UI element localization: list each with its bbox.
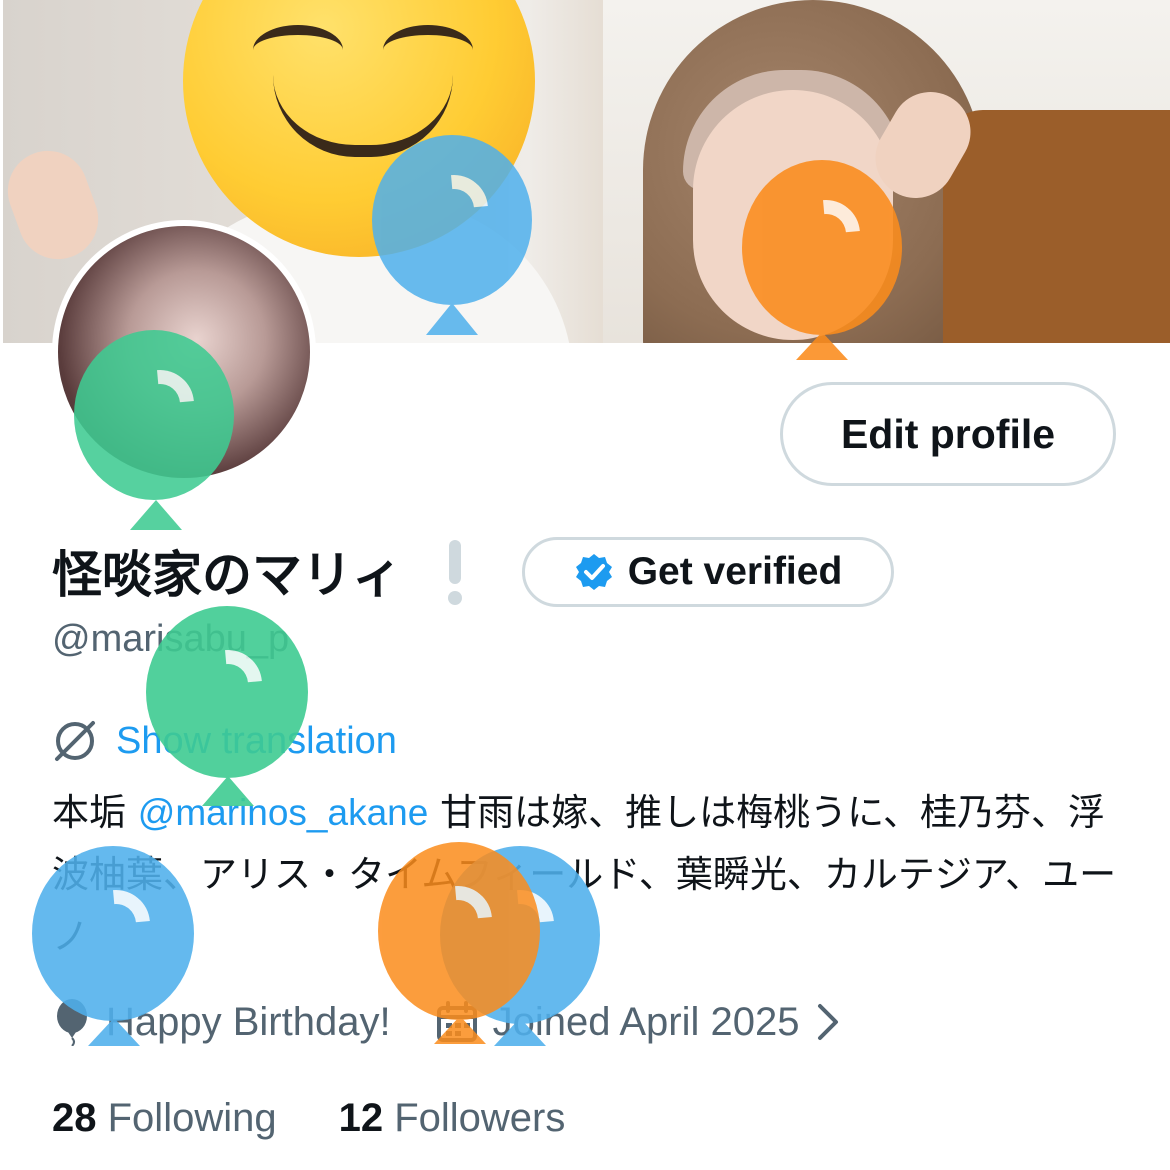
following-link[interactable]: 28 Following	[52, 1096, 277, 1141]
follow-stats: 28 Following 12 Followers	[52, 1096, 565, 1141]
balloon-blue-top[interactable]	[372, 135, 532, 335]
banner-sleeve	[943, 110, 1170, 343]
balloon-blue-left[interactable]	[32, 846, 194, 1046]
balloon-tail	[130, 500, 182, 530]
translate-icon	[55, 721, 95, 761]
balloon-tail	[796, 332, 848, 360]
balloon-tail	[426, 303, 478, 335]
following-label: Following	[107, 1096, 277, 1140]
emoji-eye-right	[383, 25, 473, 75]
followers-link[interactable]: 12 Followers	[339, 1096, 566, 1141]
get-verified-label: Get verified	[627, 550, 843, 593]
following-count: 28	[52, 1096, 97, 1140]
display-name: 怪啖家のマリィ	[52, 546, 402, 604]
balloon-orange-bottom[interactable]	[378, 842, 540, 1046]
banner-hand-left	[3, 139, 110, 271]
bio-prefix: 本垢	[52, 791, 138, 834]
exclamation-badge-icon	[448, 540, 462, 605]
chevron-right-icon	[817, 1004, 838, 1040]
get-verified-button[interactable]: Get verified	[522, 537, 894, 607]
followers-count: 12	[338, 1096, 384, 1140]
balloon-tail	[88, 1018, 140, 1046]
balloon-green-avatar[interactable]	[74, 330, 234, 530]
verified-badge-icon	[575, 554, 612, 590]
followers-label: Followers	[394, 1096, 566, 1140]
balloon-tail	[202, 776, 254, 806]
emoji-eye-left	[253, 25, 343, 75]
balloon-tail	[434, 1016, 486, 1044]
balloon-green-middle[interactable]	[146, 606, 308, 806]
edit-profile-button[interactable]: Edit profile	[780, 382, 1116, 486]
balloon-orange-top[interactable]	[742, 160, 902, 360]
